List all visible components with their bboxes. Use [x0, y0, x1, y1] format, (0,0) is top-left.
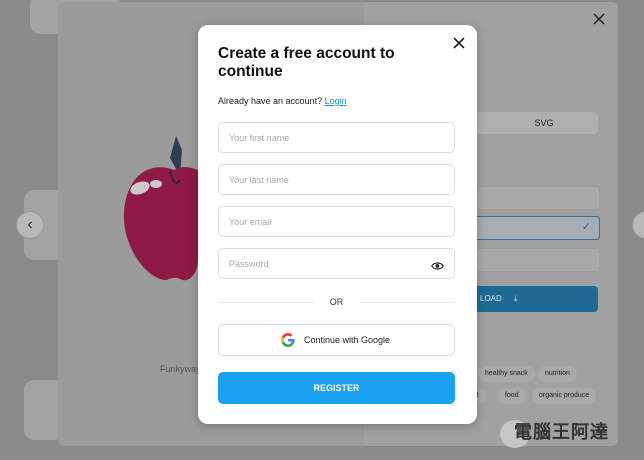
password-input[interactable]: [219, 249, 429, 278]
download-label: LOAD: [480, 294, 502, 303]
eye-icon: [431, 262, 444, 270]
last-name-field[interactable]: [218, 164, 455, 195]
close-icon: [453, 37, 465, 49]
tag-healthy-snack[interactable]: healthy snack: [478, 366, 535, 382]
first-name-input[interactable]: [219, 123, 429, 152]
chevron-left-icon: ‹: [27, 216, 33, 233]
email-input[interactable]: [219, 207, 429, 236]
last-name-input[interactable]: [219, 165, 429, 194]
next-image-button[interactable]: ›: [632, 211, 644, 239]
google-icon: [281, 333, 295, 347]
show-password-button[interactable]: [431, 258, 444, 276]
watermark-logo: 電腦王阿達: [514, 422, 609, 442]
apple-illustration: [123, 136, 198, 281]
download-icon: ⤓: [514, 294, 518, 303]
google-button-content: Continue with Google: [281, 333, 390, 347]
close-icon: [593, 13, 605, 25]
login-prompt: Already have an account? Login: [218, 96, 347, 106]
or-divider: OR: [218, 296, 455, 308]
first-name-field[interactable]: [218, 122, 455, 153]
google-button-label: Continue with Google: [304, 335, 391, 345]
login-prompt-text: Already have an account?: [218, 96, 323, 106]
format-option-svg[interactable]: SVG: [490, 112, 598, 134]
panel-close-button[interactable]: [590, 10, 608, 28]
size-option-1[interactable]: [458, 186, 600, 210]
login-link[interactable]: Login: [325, 96, 347, 106]
password-field[interactable]: [218, 248, 455, 279]
size-option-2[interactable]: ✓: [458, 216, 600, 240]
tag-nutrition[interactable]: nutrition: [538, 366, 577, 382]
register-modal: Create a free account to continue Alread…: [198, 25, 477, 424]
prev-image-button[interactable]: ‹: [16, 211, 44, 239]
check-icon: ✓: [581, 221, 591, 233]
email-field[interactable]: [218, 206, 455, 237]
modal-close-button[interactable]: [451, 35, 467, 51]
download-button[interactable]: LOAD ⤓: [458, 286, 598, 312]
size-option-3[interactable]: [458, 248, 600, 272]
modal-title: Create a free account to continue: [218, 45, 395, 80]
register-button[interactable]: REGISTER: [218, 372, 455, 404]
tag-organic-produce[interactable]: organic produce: [532, 388, 597, 404]
tag-food[interactable]: food: [498, 388, 526, 404]
or-label: OR: [329, 297, 344, 307]
author-label: Funkyway: [160, 364, 201, 374]
google-signin-button[interactable]: Continue with Google: [218, 324, 455, 356]
